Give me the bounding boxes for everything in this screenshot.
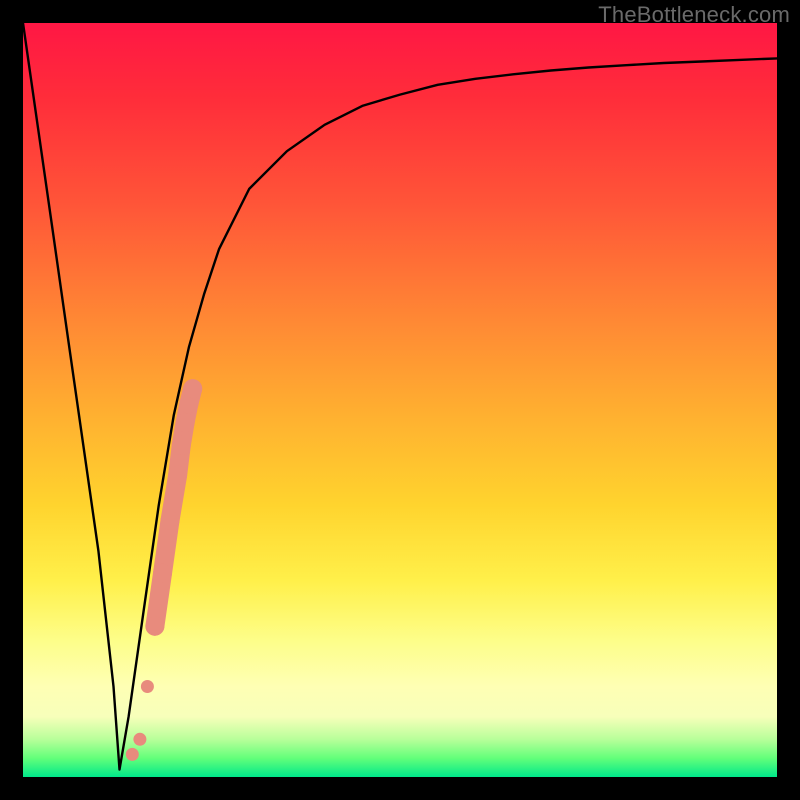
highlight-overlay	[126, 379, 202, 761]
chart-frame: TheBottleneck.com	[0, 0, 800, 800]
highlight-dot	[153, 564, 172, 583]
plot-area	[23, 23, 777, 777]
highlight-dot	[126, 748, 139, 761]
highlight-dot	[168, 466, 187, 485]
highlight-dot	[172, 436, 191, 455]
highlight-dot	[161, 511, 180, 530]
highlight-dot	[145, 617, 164, 636]
highlight-dot	[133, 733, 146, 746]
bottleneck-curve	[23, 23, 777, 770]
curve-svg	[23, 23, 777, 777]
highlight-dot	[176, 413, 195, 432]
highlight-dot	[141, 680, 154, 693]
highlight-dot	[183, 379, 202, 398]
watermark-label: TheBottleneck.com	[598, 2, 790, 28]
